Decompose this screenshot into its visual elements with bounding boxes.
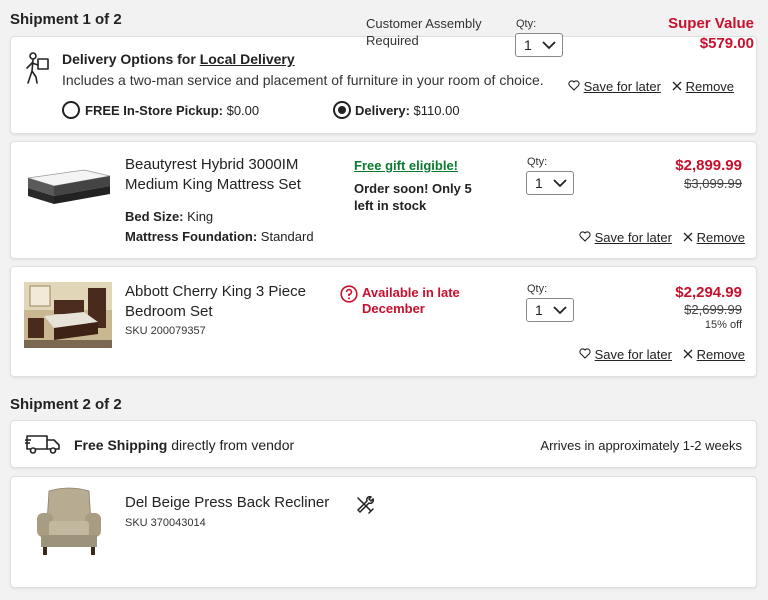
delivery-price: $110.00 (413, 103, 460, 118)
remove-link[interactable]: Remove (672, 79, 734, 94)
spec-label: Bed Size: (125, 209, 184, 224)
pickup-radio[interactable] (62, 101, 80, 119)
quantity-select[interactable]: 1 (515, 33, 563, 57)
chevron-down-icon (542, 41, 556, 50)
spec-value: King (187, 209, 214, 224)
item-original-price: $3,099.99 (684, 176, 742, 191)
delivery-person-icon (23, 51, 51, 90)
qty-label: Qty: (516, 18, 537, 30)
local-delivery-link[interactable]: Local Delivery (200, 51, 295, 67)
cart-item-recliner: Del Beige Press Back Recliner SKU 370043… (10, 476, 757, 588)
foundation-spec: Mattress Foundation: Standard (125, 229, 314, 244)
item-sku: SKU 370043014 (125, 517, 206, 529)
delivery-option[interactable]: Delivery: $110.00 (355, 103, 460, 118)
close-icon (683, 349, 693, 359)
save-label: Save for later (594, 230, 672, 245)
free-shipping-label: Free Shipping (74, 437, 168, 453)
pickup-label: FREE In-Store Pickup: (85, 103, 223, 118)
item-original-price: $2,699.99 (684, 302, 742, 317)
cart-item-bedroom-set: Abbott Cherry King 3 Piece Bedroom Set S… (10, 266, 757, 377)
discount-label: 15% off (704, 319, 742, 331)
shipping-rest: directly from vendor (167, 437, 295, 453)
quantity-value: 1 (524, 37, 532, 53)
bedroom-set-image[interactable] (24, 282, 112, 348)
item-price: $2,899.99 (675, 157, 742, 174)
item-name-line2[interactable]: Bedroom Set (125, 302, 213, 322)
chevron-down-icon (553, 179, 567, 188)
save-label: Save for later (583, 79, 661, 94)
tools-icon (355, 495, 375, 520)
remove-link[interactable]: Remove (683, 230, 745, 245)
mattress-image[interactable] (24, 164, 112, 212)
item-name[interactable]: Del Beige Press Back Recliner (125, 493, 329, 513)
quantity-select[interactable]: 1 (526, 298, 574, 322)
spec-value: Standard (260, 229, 314, 244)
free-shipping-card: Free Shipping directly from vendor Arriv… (10, 420, 757, 468)
quantity-value: 1 (535, 302, 543, 318)
item-price: $579.00 (699, 35, 754, 52)
pickup-price: $0.00 (226, 103, 260, 118)
close-icon (672, 81, 682, 91)
pickup-option[interactable]: FREE In-Store Pickup: $0.00 (85, 103, 259, 118)
item-name-line1[interactable]: Beautyrest Hybrid 3000IM (125, 155, 298, 175)
delivery-title-prefix: Delivery Options for (62, 51, 200, 67)
quantity-value: 1 (535, 175, 543, 191)
item-sku: SKU 200079357 (125, 325, 206, 337)
heart-icon (579, 348, 591, 359)
save-for-later-link[interactable]: Save for later (579, 347, 672, 362)
save-for-later-link[interactable]: Save for later (568, 79, 661, 94)
assembly-line1: Customer Assembly (366, 16, 482, 31)
save-label: Save for later (594, 347, 672, 362)
heart-icon (568, 80, 580, 91)
arrival-estimate: Arrives in approximately 1-2 weeks (540, 438, 742, 453)
availability-line2: December (362, 301, 425, 316)
shipping-info: Free Shipping directly from vendor (74, 437, 294, 453)
shipment-1-heading: Shipment 1 of 2 (10, 11, 122, 28)
shipment-2-heading: Shipment 2 of 2 (10, 396, 122, 413)
delivery-description: Includes a two-man service and placement… (62, 72, 544, 88)
item-name-line2[interactable]: Medium King Mattress Set (125, 175, 301, 195)
close-icon (683, 232, 693, 242)
free-gift-link[interactable]: Free gift eligible! (354, 158, 458, 173)
item-price: $2,294.99 (675, 284, 742, 301)
question-circle-icon[interactable] (340, 285, 358, 308)
truck-icon (25, 433, 61, 460)
item-name-line1[interactable]: Abbott Cherry King 3 Piece (125, 282, 306, 302)
remove-label: Remove (696, 347, 746, 362)
availability-line1: Available in late (362, 285, 460, 300)
recliner-image[interactable] (33, 487, 105, 557)
assembly-line2: Required (366, 33, 419, 48)
delivery-options-title: Delivery Options for Local Delivery (62, 51, 295, 67)
cart-item-mattress: Beautyrest Hybrid 3000IM Medium King Mat… (10, 141, 757, 259)
bed-size-spec: Bed Size: King (125, 209, 213, 224)
delivery-label: Delivery: (355, 103, 410, 118)
remove-label: Remove (696, 230, 746, 245)
quantity-select[interactable]: 1 (526, 171, 574, 195)
chevron-down-icon (553, 306, 567, 315)
remove-link[interactable]: Remove (683, 347, 745, 362)
remove-label: Remove (685, 79, 735, 94)
qty-label: Qty: (527, 156, 548, 168)
spec-label: Mattress Foundation: (125, 229, 258, 244)
delivery-radio[interactable] (333, 101, 351, 119)
qty-label: Qty: (527, 283, 548, 295)
save-for-later-link[interactable]: Save for later (579, 230, 672, 245)
stock-line1: Order soon! Only 5 (354, 181, 472, 196)
super-value-label: Super Value (668, 15, 754, 32)
heart-icon (579, 231, 591, 242)
stock-line2: left in stock (354, 198, 427, 213)
